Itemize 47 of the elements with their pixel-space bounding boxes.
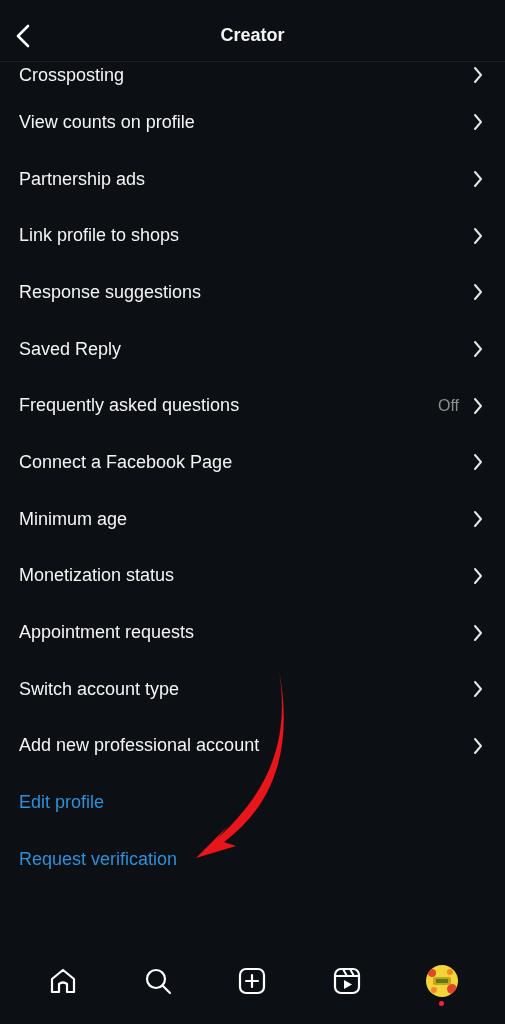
chevron-icon [473, 226, 483, 245]
chevron-icon [473, 736, 483, 755]
home-icon[interactable] [49, 966, 78, 995]
row-label: Response suggestions [19, 280, 203, 304]
chevron-icon [473, 66, 483, 84]
row-label: Connect a Facebook Page [19, 450, 234, 474]
row-label: Monetization status [19, 564, 176, 588]
row-label: Saved Reply [19, 337, 123, 361]
chevron-icon [473, 453, 483, 472]
screen-title: Creator [220, 24, 285, 47]
row-label: View counts on profile [19, 110, 196, 134]
row-label: Switch account type [19, 677, 181, 701]
settings-row[interactable]: Switch account type [0, 660, 505, 718]
chevron-icon [473, 510, 483, 529]
reels-icon[interactable] [333, 966, 362, 995]
link[interactable]: Edit profile [19, 789, 105, 817]
chevron-icon [473, 283, 483, 302]
settings-row[interactable]: Monetization status [0, 547, 505, 605]
settings-row[interactable]: Partnership ads [0, 150, 505, 208]
row-label: Minimum age [19, 507, 129, 531]
row-label: Add new professional account [19, 734, 261, 758]
row-label: Crossposting [19, 63, 126, 87]
settings-row[interactable]: Connect a Facebook Page [0, 434, 505, 491]
row-label: Appointment requests [19, 621, 196, 645]
settings-row[interactable]: Add new professional account [0, 717, 505, 775]
link[interactable]: Request verification [19, 845, 178, 873]
chevron-icon [473, 170, 483, 189]
settings-row[interactable]: Frequently asked questions Off [0, 377, 505, 435]
settings-row[interactable]: Crossposting [0, 62, 505, 94]
chevron-icon [473, 113, 483, 132]
chevron-icon [473, 396, 483, 415]
chevron-icon [473, 680, 483, 699]
row-value: Off [437, 395, 459, 416]
chevron-icon [473, 340, 483, 359]
plus-square-icon[interactable] [238, 966, 267, 995]
settings-row[interactable]: Minimum age [0, 490, 505, 548]
settings-row[interactable]: Appointment requests [0, 604, 505, 661]
row-label: Frequently asked questions [19, 394, 241, 418]
settings-row[interactable]: View counts on profile [0, 94, 505, 151]
settings-row[interactable]: Saved Reply [0, 320, 505, 378]
settings-row[interactable]: Link profile to shops [0, 207, 505, 265]
chevron-icon [473, 623, 483, 642]
row-label: Link profile to shops [19, 224, 181, 248]
search-icon[interactable] [143, 966, 172, 995]
settings-row[interactable]: Response suggestions [0, 264, 505, 321]
row-label: Partnership ads [19, 167, 147, 191]
chevron-icon [473, 566, 483, 585]
